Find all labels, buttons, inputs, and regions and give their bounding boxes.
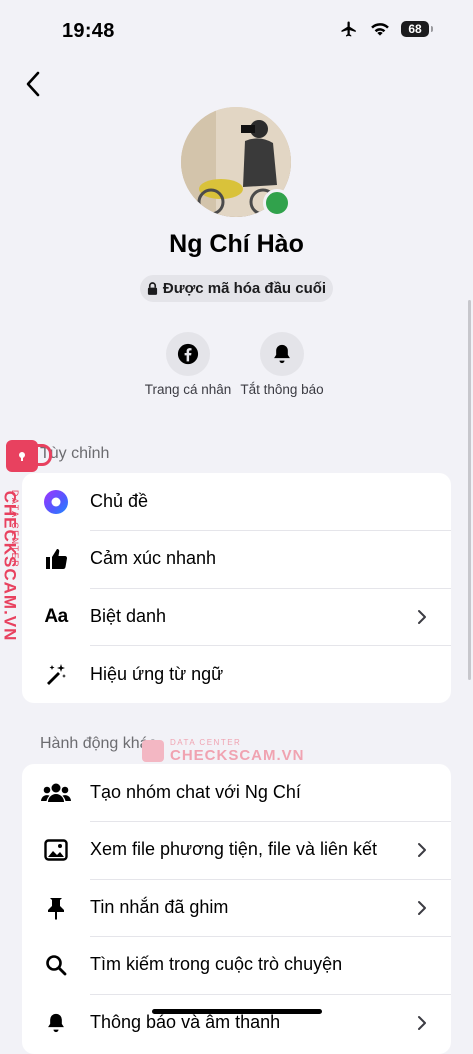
scroll-indicator[interactable] (468, 300, 471, 680)
status-time: 19:48 (62, 20, 115, 42)
mute-action-label: Tắt thông báo (240, 382, 324, 397)
pin-icon (48, 897, 64, 920)
encryption-badge-label: Được mã hóa đầu cuối (162, 280, 327, 297)
chevron-right-icon (418, 843, 426, 858)
chevron-right-icon (418, 1015, 426, 1030)
profile-action-button[interactable] (166, 332, 210, 376)
aa-icon-wrap: Aa (22, 606, 90, 628)
watermark-center-lock-icon (142, 740, 164, 762)
theme-row[interactable]: Chủ đề (22, 473, 451, 531)
image-icon (44, 839, 68, 861)
battery-icon: 68 (401, 21, 433, 37)
chevron-right-icon (418, 900, 426, 915)
watermark-lock-icon (6, 440, 52, 472)
nickname-row[interactable]: Aa Biệt danh (22, 588, 451, 646)
chevron-left-icon (26, 71, 40, 97)
search-conversation-label: Tìm kiếm trong cuộc trò chuyện (90, 936, 451, 995)
word-effects-row[interactable]: Hiệu ứng từ ngữ (22, 646, 451, 704)
watermark-center: DATA CENTER CHECKSCAM.VN (142, 738, 305, 764)
bell-icon-wrap (22, 1012, 90, 1034)
group-icon (41, 783, 71, 802)
encryption-badge[interactable]: Được mã hóa đầu cuối (140, 275, 333, 302)
watermark-tag-vertical: DATA CENTER (10, 489, 21, 569)
pinned-messages-row[interactable]: Tin nhắn đã ghim (22, 879, 451, 937)
quick-reaction-label: Cảm xúc nhanh (90, 530, 451, 589)
mute-action[interactable]: Tắt thông báo (227, 332, 337, 398)
quick-reaction-row[interactable]: Cảm xúc nhanh (22, 531, 451, 589)
aa-icon: Aa (44, 605, 68, 627)
bell-icon (48, 1013, 64, 1032)
create-group-row[interactable]: Tạo nhóm chat với Ng Chí (22, 764, 451, 822)
contact-name: Ng Chí Hào (169, 230, 304, 258)
watermark-center-tag: DATA CENTER (170, 738, 242, 747)
theme-icon-wrap (22, 489, 90, 515)
media-files-row[interactable]: Xem file phương tiện, file và liên kết (22, 822, 451, 880)
magic-wand-icon-wrap (22, 662, 90, 686)
media-files-label: Xem file phương tiện, file và liên kết (90, 821, 451, 880)
pin-icon-wrap (22, 896, 90, 920)
home-indicator[interactable] (152, 1009, 322, 1014)
status-icons: 68 (339, 20, 433, 38)
mute-action-button[interactable] (260, 332, 304, 376)
status-bar: 19:48 68 (0, 0, 473, 60)
search-conversation-row[interactable]: Tìm kiếm trong cuộc trò chuyện (22, 937, 451, 995)
back-button[interactable] (18, 66, 48, 102)
search-icon (46, 955, 67, 976)
group-icon-wrap (22, 781, 90, 805)
magic-wand-icon (47, 664, 66, 686)
watermark-center-brand: CHECKSCAM.VN (170, 747, 305, 764)
theme-icon (44, 489, 68, 514)
battery-level: 68 (408, 22, 422, 36)
notifications-sounds-row[interactable]: Thông báo và âm thanh (22, 994, 451, 1052)
theme-label: Chủ đề (90, 473, 451, 531)
thumbs-up-icon-wrap (22, 547, 90, 571)
wifi-icon (371, 23, 389, 36)
bell-icon (274, 344, 290, 364)
online-status-dot (263, 189, 291, 217)
create-group-label: Tạo nhóm chat với Ng Chí (90, 764, 451, 822)
image-icon-wrap (22, 839, 90, 861)
pinned-messages-label: Tin nhắn đã ghim (90, 879, 451, 937)
more-actions-section-title: Hành động khác (40, 735, 157, 752)
nickname-label: Biệt danh (90, 588, 451, 646)
chevron-right-icon (418, 609, 426, 624)
customize-card: Chủ đề Cảm xúc nhanh Aa Biệt danh Hiệu ứ… (22, 473, 451, 703)
thumbs-up-icon (46, 549, 68, 570)
facebook-icon (177, 343, 199, 365)
airplane-icon (341, 21, 356, 37)
search-icon-wrap (22, 954, 90, 976)
word-effects-label: Hiệu ứng từ ngữ (90, 663, 224, 684)
lock-icon (147, 282, 157, 295)
notifications-sounds-label: Thông báo và âm thanh (90, 1012, 281, 1033)
